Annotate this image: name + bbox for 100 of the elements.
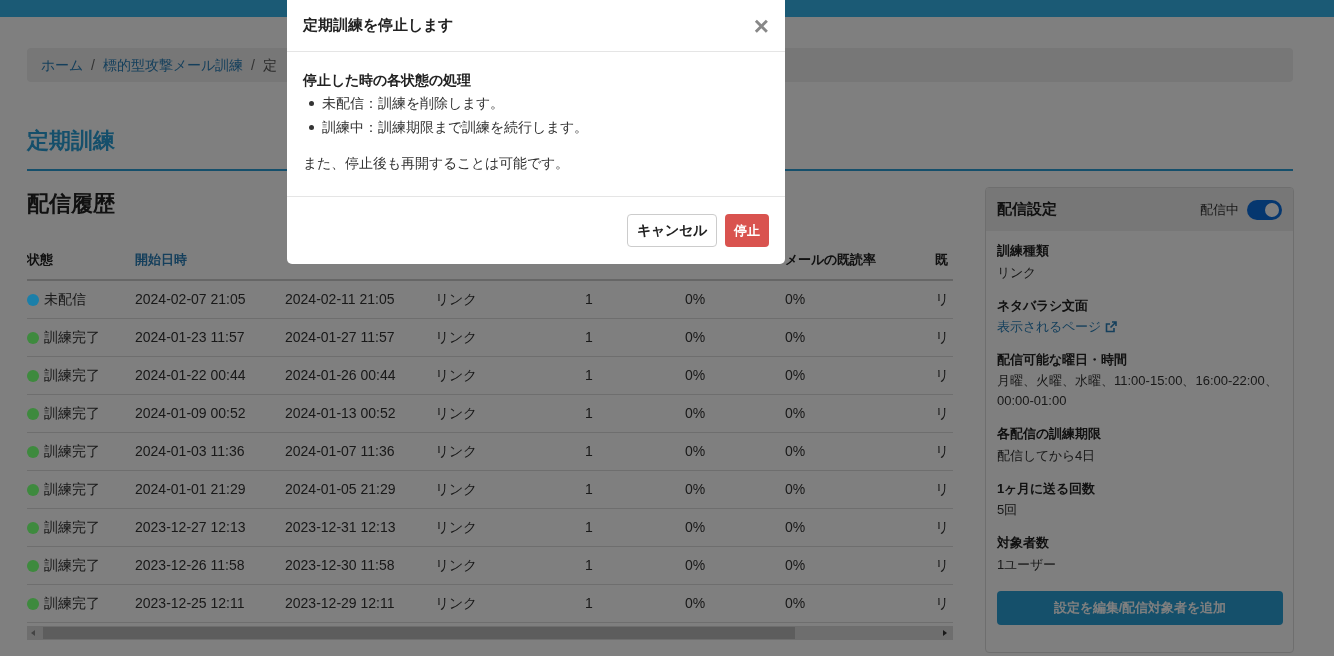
bullet-text: 訓練中：訓練期限まで訓練を続行します。 [322,117,588,137]
table-cell: 0% [785,595,806,611]
table-cell: 2023-12-30 11:58 [285,557,395,573]
field-label: 1ヶ月に送る回数 [997,479,1097,498]
table-cell: 0% [785,367,806,383]
table-cell: リンク [435,291,477,307]
status-text: 訓練完了 [44,404,100,423]
table-cell: 1 [585,557,593,573]
page-title: 定期訓練 [27,127,115,155]
field-label: 配信可能な曜日・時間 [997,350,1128,369]
table-cell: リンク [435,405,477,421]
modal-heading: 停止した時の各状態の処理 [303,71,472,90]
table-cell: 2024-01-09 00:52 [135,405,246,421]
table-cell: リ [935,405,949,421]
status-text: 訓練完了 [44,442,100,461]
table-cell: リンク [435,557,477,573]
column-header: メールの既読率 [785,252,876,267]
table-cell: 0% [685,405,706,421]
external-link-icon [1105,320,1117,333]
table-cell: リ [935,443,949,459]
table-cell: 0% [685,481,706,497]
table-cell: 0% [785,405,806,421]
table-cell: 0% [685,329,706,345]
table-cell: リ [935,595,949,611]
toggle-switch[interactable] [1247,199,1282,220]
table-cell: 2024-01-05 21:29 [285,481,396,497]
table-cell: 0% [785,557,806,573]
table-cell: 2024-01-23 11:57 [135,329,245,345]
table-cell: 0% [785,443,806,459]
table-cell: リンク [435,443,477,459]
table-cell: 2024-01-03 11:36 [135,443,245,459]
table-cell: 1 [585,405,593,421]
table-cell: リ [935,519,949,535]
table-cell: 0% [685,443,706,459]
status-text: 未配信 [44,290,86,309]
column-header[interactable]: 開始日時 [135,252,187,267]
field-label: 訓練種類 [997,242,1050,260]
table-cell: 0% [785,291,806,307]
table-cell: 0% [685,595,706,611]
status-text: 訓練完了 [44,328,100,347]
field-value: 月曜、火曜、水曜、11:00-15:00、16:00-22:00、00:00-01:00 [997,372,1279,410]
modal-note: また、停止後も再開することは可能です。 [303,154,570,173]
table-cell: 2024-01-01 21:29 [135,481,246,497]
table-cell: 1 [585,481,593,497]
table-cell: 2024-02-07 21:05 [135,291,246,307]
table-cell: 2024-01-27 11:57 [285,329,395,345]
page-link[interactable]: 表示されるページ [997,317,1101,337]
cancel-button[interactable]: キャンセル [627,214,717,247]
table-cell: 1 [585,443,593,459]
horizontal-scrollbar[interactable] [27,626,953,640]
breadcrumb-separator: / [250,55,255,75]
table-cell: リ [935,329,949,345]
table-cell: 2024-01-13 00:52 [285,405,396,421]
table-cell: 1 [585,329,593,345]
field-label: 各配信の訓練期限 [997,425,1102,443]
breadcrumb-item[interactable]: ホーム [41,54,83,76]
bullet-icon [309,124,314,130]
section-title: 配信履歴 [27,190,116,218]
edit-settings-button[interactable]: 設定を編集/配信対象者を追加 [997,590,1283,625]
bullet-text: 未配信：訓練を削除します。 [322,93,504,113]
field-value: 5回 [997,501,1019,519]
table-cell: 2023-12-26 11:58 [135,557,245,573]
table-cell: リ [935,291,949,307]
table-cell: リンク [435,367,477,383]
table-cell: リンク [435,595,477,611]
status-text: 訓練完了 [44,366,100,385]
table-cell: 0% [785,519,806,535]
toggle-label: 配信中 [1200,200,1239,219]
breadcrumb-separator: / [91,55,95,75]
modal-title: 定期訓練を停止します [303,15,453,36]
table-cell: リンク [435,481,477,497]
column-header: 既 [935,252,948,267]
field-value: リンク [997,263,1037,282]
table-cell: 0% [685,519,706,535]
field-value: 1ユーザー [997,555,1058,574]
field-value: 配信してから4日 [997,446,1097,465]
bullet-icon [309,100,314,106]
table-cell: リンク [435,519,477,535]
stop-button[interactable]: 停止 [725,214,769,247]
status-text: 訓練完了 [44,480,100,499]
field-label: 対象者数 [997,534,1050,552]
card-title: 配信設定 [997,199,1057,220]
table-cell: 2023-12-31 12:13 [285,519,396,535]
close-button[interactable]: × [753,12,769,39]
table-cell: 0% [685,291,706,307]
table-cell: 2023-12-25 12:11 [135,595,245,611]
breadcrumb-item[interactable]: 標的型攻撃メール訓練 [102,54,243,76]
table-cell: 0% [685,367,706,383]
table-cell: 0% [785,481,806,497]
table-cell: 2024-01-22 00:44 [135,367,246,383]
table-cell: 1 [585,291,593,307]
table-cell: 2023-12-27 12:13 [135,519,246,535]
status-text: 訓練完了 [44,518,100,537]
table-cell: 0% [785,329,806,345]
table-cell: 1 [585,595,593,611]
table-cell: リンク [435,329,477,345]
table-cell: 2024-01-26 00:44 [285,367,396,383]
table-cell: リ [935,557,949,573]
table-cell: 2023-12-29 12:11 [285,595,395,611]
table-cell: 1 [585,367,593,383]
